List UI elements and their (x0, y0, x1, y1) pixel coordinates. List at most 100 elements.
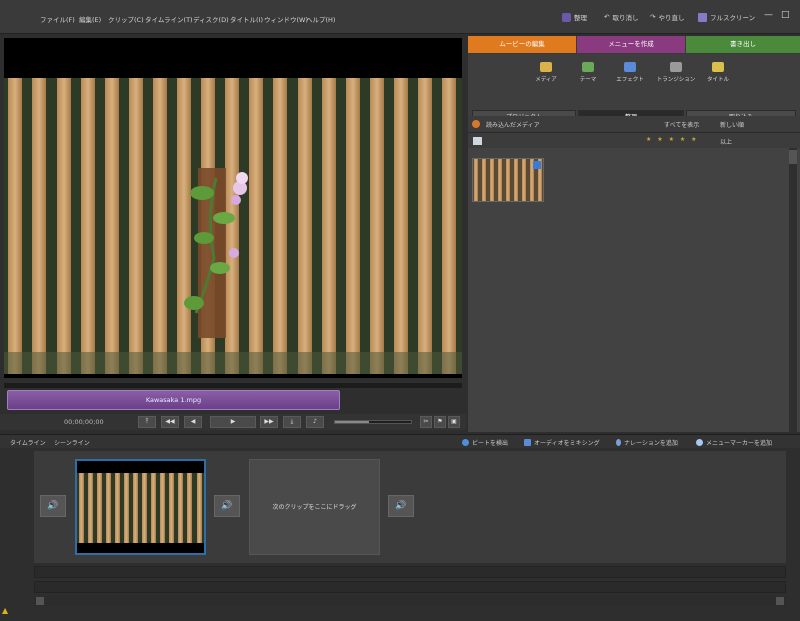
fence-slat (506, 159, 511, 201)
fullscreen-label: フルスクリーン (710, 14, 756, 22)
timeline-header: タイムライン シーンライン ビートを検出 オーディオをミキシング ナレーションを… (0, 434, 800, 448)
show-all-link[interactable]: すべてを表示 (664, 120, 699, 129)
fence-slat (490, 159, 495, 201)
tab-sceneline[interactable]: シーンライン (54, 438, 90, 447)
fence-slat (321, 78, 336, 374)
go-to-start-button[interactable]: ⤒ (138, 416, 156, 428)
menu-edit[interactable]: 編集(E) (79, 14, 101, 24)
scrubber-track[interactable] (4, 383, 462, 388)
video-frame (4, 78, 462, 374)
fence-slat (96, 473, 102, 543)
media-scroll-thumb[interactable] (789, 150, 797, 164)
beat-icon (462, 439, 469, 446)
play-button[interactable]: ▶ (210, 416, 256, 428)
fence-slat (8, 78, 23, 374)
organizer-icon (562, 12, 571, 22)
redo-button[interactable]: ↷ やり直し (650, 11, 684, 23)
marker-add-icon[interactable]: ⚑ (434, 416, 446, 428)
rating-filter[interactable]: 以上 (720, 137, 732, 146)
add-menu-marker-button[interactable]: メニューマーカーを追加 (696, 438, 772, 447)
minimize-button[interactable]: — (764, 10, 773, 20)
fence-slat (151, 473, 157, 543)
menu-title[interactable]: タイトル(I) (230, 14, 263, 24)
menu-help[interactable]: ヘルプ(H) (306, 14, 335, 24)
tab-share[interactable]: 書き出し (686, 36, 800, 53)
subtab-media[interactable]: メディア (528, 62, 564, 83)
clip-strip[interactable]: Kawasaka 1.mpg (7, 390, 340, 410)
maximize-button[interactable]: □ (781, 10, 790, 20)
volume-slider[interactable] (334, 420, 412, 424)
fence-slat (105, 473, 111, 543)
media-scrollbar[interactable] (789, 148, 797, 432)
transitions-icon (670, 62, 682, 72)
detect-beat-label: ビートを検出 (472, 440, 509, 447)
media-thumbnail[interactable] (472, 158, 544, 202)
menu-window[interactable]: ウィンドウ(W) (264, 14, 308, 24)
subtab-transitions-label: トランジション (656, 77, 696, 83)
timeline-scrollbar[interactable] (34, 596, 786, 606)
mix-audio-label: オーディオをミキシング (534, 440, 600, 447)
audio-track-2[interactable] (34, 581, 786, 593)
ground-strip (4, 352, 462, 374)
transition-slot-1[interactable]: 🔊 (40, 495, 66, 517)
menu-timeline[interactable]: タイムライン(T) (145, 14, 193, 24)
undo-button[interactable]: ↶ 取り消し (604, 11, 638, 23)
subtab-themes[interactable]: テーマ (570, 62, 606, 83)
add-narration-button[interactable]: ナレーションを追加 (616, 438, 678, 447)
undo-icon: ↶ (604, 13, 610, 21)
empty-clip-slot[interactable]: 次のクリップをここにドラッグ (249, 459, 380, 555)
subtab-titles[interactable]: タイトル (700, 62, 736, 83)
fence-slat (442, 78, 457, 374)
audio-toggle-button[interactable]: ♪ (306, 416, 324, 428)
step-back-button[interactable]: ◀ (184, 416, 202, 428)
detect-beat-button[interactable]: ビートを検出 (462, 438, 508, 447)
redo-icon: ↷ (650, 13, 656, 21)
transition-slot-2[interactable]: 🔊 (214, 495, 240, 517)
media-list-header: 読み込んだメディア すべてを表示 新しい順 (468, 116, 800, 133)
audio-track-1[interactable] (34, 566, 786, 578)
fence-slat (32, 78, 47, 374)
tasks-panel: ムービーの編集 メニューを作成 書き出し メディア テーマ エフェクト トランジ… (468, 36, 800, 432)
redo-label: やり直し (658, 14, 685, 22)
transport-bar: 00;00;00;00 ⤒ ◀◀ ◀ ▶ ▶▶ ⤓ ♪ ✂ ⚑ ▣ (0, 414, 466, 430)
fence-slat (133, 473, 139, 543)
scroll-left-arrow[interactable] (36, 597, 44, 605)
go-to-end-button[interactable]: ⤓ (283, 416, 301, 428)
subtab-effects[interactable]: エフェクト (612, 62, 648, 83)
split-clip-icon[interactable]: ✂ (420, 416, 432, 428)
menu-file[interactable]: ファイル(F) (40, 14, 75, 24)
menu-bar: ファイル(F) 編集(E) クリップ(C) タイムライン(T) ディスク(D) … (0, 0, 800, 34)
scroll-right-arrow[interactable] (776, 597, 784, 605)
sceneline-clip-image (77, 473, 204, 543)
menu-disc[interactable]: ディスク(D) (193, 14, 229, 24)
fullscreen-button[interactable]: フルスクリーン (698, 11, 755, 23)
organizer-button[interactable]: 整理 (562, 11, 587, 23)
fence-slat (87, 473, 93, 543)
fence-slat (160, 473, 166, 543)
menu-clip[interactable]: クリップ(C) (108, 14, 144, 24)
sceneline-clip[interactable] (75, 459, 206, 555)
tab-edit-movie[interactable]: ムービーの編集 (468, 36, 576, 53)
subtab-transitions[interactable]: トランジション (654, 62, 698, 83)
fence-slat (169, 473, 175, 543)
transition-slot-3[interactable]: 🔊 (388, 495, 414, 517)
sceneline: 🔊 🔊 次のクリップをここにドラッグ 🔊 (34, 451, 786, 563)
step-forward-button[interactable]: ▶▶ (260, 416, 278, 428)
rewind-button[interactable]: ◀◀ (161, 416, 179, 428)
timecode: 00;00;00;00 (64, 418, 104, 426)
sort-dropdown[interactable]: 新しい順 (720, 120, 744, 129)
filter-icon (473, 137, 482, 145)
monitor-options-icon[interactable]: ▣ (448, 416, 460, 428)
effects-icon (624, 62, 636, 72)
add-narration-label: ナレーションを追加 (624, 440, 678, 447)
fence-slat (142, 473, 148, 543)
marker-icon (696, 439, 703, 446)
mix-audio-button[interactable]: オーディオをミキシング (524, 438, 600, 447)
fence-slat (152, 78, 167, 374)
tab-timeline[interactable]: タイムライン (10, 438, 46, 447)
tab-create-menu[interactable]: メニューを作成 (577, 36, 685, 53)
fence-slat (418, 78, 433, 374)
fence-slat (104, 78, 119, 374)
titles-icon (712, 62, 724, 72)
rating-stars[interactable]: ★ ★ ★ ★ ★ (646, 136, 699, 143)
